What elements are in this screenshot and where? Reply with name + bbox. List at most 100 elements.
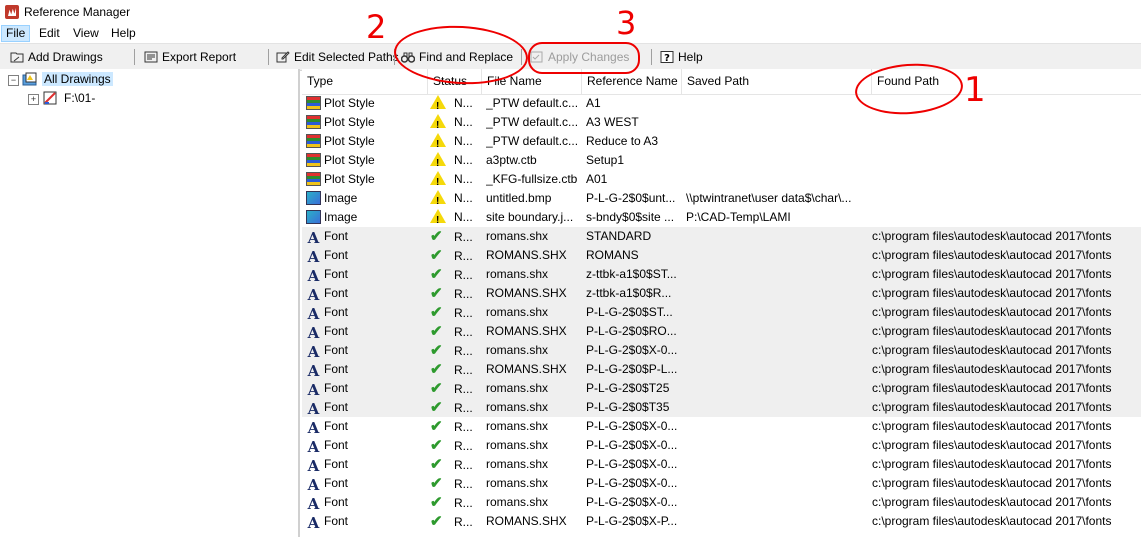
status-label: R... xyxy=(454,515,473,529)
type-label: Font xyxy=(324,476,349,490)
cell-reference-name: P-L-G-2$0$T35 xyxy=(586,400,670,414)
table-row[interactable]: Plot Style N... _PTW default.c... A3 WEST xyxy=(302,113,1141,132)
table-row[interactable]: A Font ✔ R... romans.shx P-L-G-2$0$X-0... c:\p… xyxy=(302,455,1141,474)
cell-reference-name: P-L-G-2$0$X-0... xyxy=(586,438,678,452)
table-row[interactable]: A Font ✔ R... romans.shx STANDARD c:\program f… xyxy=(302,227,1141,246)
cell-saved-path xyxy=(686,170,870,189)
status-label: R... xyxy=(454,268,473,282)
table-row[interactable]: A Font ✔ R... romans.shx P-L-G-2$0$ST... c:\pr… xyxy=(302,303,1141,322)
font-icon: A xyxy=(307,400,320,417)
cell-saved-path: \\ptwintranet\user data$\char\... xyxy=(686,191,852,205)
table-row[interactable]: A Font ✔ R... ROMANS.SHX z-ttbk-a1$0$R... c:\p… xyxy=(302,284,1141,303)
tree-item-all-drawings[interactable]: − All Drawings xyxy=(8,70,113,88)
cell-file-name: site boundary.j... xyxy=(486,210,574,224)
table-row[interactable]: A Font ✔ R... romans.shx P-L-G-2$0$X-0... c:\p… xyxy=(302,474,1141,493)
cell-reference-name: P-L-G-2$0$X-0... xyxy=(586,419,678,433)
help-button[interactable]: ? Help xyxy=(660,47,703,67)
cell-status: ✔ R... xyxy=(430,227,480,246)
edit-selected-paths-button[interactable]: Edit Selected Paths xyxy=(276,47,399,67)
table-row[interactable]: A Font ✔ R... romans.shx P-L-G-2$0$X-0... c:\p… xyxy=(302,341,1141,360)
table-row[interactable]: A Font ✔ R... ROMANS.SHX P-L-G-2$0$X-P... c:\p… xyxy=(302,512,1141,531)
cell-saved-path xyxy=(686,94,870,113)
cell-type: Plot Style xyxy=(306,94,430,113)
cell-status: ✔ R... xyxy=(430,455,480,474)
column-header-saved-path[interactable]: Saved Path xyxy=(682,69,872,94)
collapse-toggle[interactable]: − xyxy=(8,75,19,86)
cell-file-name: ROMANS.SHX xyxy=(486,286,567,300)
type-label: Image xyxy=(324,191,358,205)
cell-status: ✔ R... xyxy=(430,246,480,265)
cell-found-path xyxy=(872,170,1141,189)
cell-reference-name: A1 xyxy=(586,96,601,110)
cell-found-path: c:\program files\autodesk\autocad 2017\f… xyxy=(872,229,1112,243)
font-icon: A xyxy=(307,457,320,474)
warning-icon xyxy=(430,209,446,227)
table-row[interactable]: A Font ✔ R... ROMANS.SHX P-L-G-2$0$RO... c:\pr… xyxy=(302,322,1141,341)
cell-file-name: romans.shx xyxy=(486,457,549,471)
table-row[interactable]: Plot Style N... a3ptw.ctb Setup1 xyxy=(302,151,1141,170)
cell-found-path: c:\program files\autodesk\autocad 2017\f… xyxy=(872,305,1112,319)
column-header-type[interactable]: Type xyxy=(302,69,428,94)
check-icon: ✔ xyxy=(430,456,443,473)
warning-icon xyxy=(430,95,446,113)
cell-reference-name: Reduce to A3 xyxy=(586,134,659,148)
menu-view[interactable]: View xyxy=(69,26,103,41)
table-row[interactable]: A Font ✔ R... romans.shx z-ttbk-a1$0$ST... c:\… xyxy=(302,265,1141,284)
cell-type: A Font xyxy=(306,341,430,360)
check-icon: ✔ xyxy=(430,513,443,530)
cell-status: ✔ R... xyxy=(430,436,480,455)
table-row[interactable]: A Font ✔ R... ROMANS.SHX ROMANS c:\program fil… xyxy=(302,246,1141,265)
cell-type: Plot Style xyxy=(306,132,430,151)
plot-style-icon xyxy=(306,96,321,110)
menu-edit[interactable]: Edit xyxy=(35,26,64,41)
warning-icon xyxy=(430,133,446,151)
menu-help[interactable]: Help xyxy=(107,26,140,41)
cell-status: ✔ R... xyxy=(430,284,480,303)
font-icon: A xyxy=(307,324,320,341)
status-label: N... xyxy=(454,172,473,186)
check-icon: ✔ xyxy=(430,437,443,454)
table-row[interactable]: Plot Style N... _KFG-fullsize.ctb A01 xyxy=(302,170,1141,189)
cell-reference-name: P-L-G-2$0$X-P... xyxy=(586,514,678,528)
status-label: R... xyxy=(454,496,473,510)
table-row[interactable]: A Font ✔ R... romans.shx P-L-G-2$0$X-0... c:\p… xyxy=(302,493,1141,512)
table-row[interactable]: A Font ✔ R... romans.shx P-L-G-2$0$X-0... c:\p… xyxy=(302,436,1141,455)
cell-saved-path xyxy=(686,474,870,493)
table-row[interactable]: A Font ✔ R... romans.shx P-L-G-2$0$T35 c:\prog… xyxy=(302,398,1141,417)
tree-item-drawing[interactable]: + F:\01- xyxy=(28,89,97,107)
cell-found-path xyxy=(872,132,1141,151)
expand-toggle[interactable]: + xyxy=(28,94,39,105)
cell-status: ✔ R... xyxy=(430,474,480,493)
plot-style-icon xyxy=(306,134,321,148)
type-label: Plot Style xyxy=(324,96,375,110)
table-row[interactable]: A Font ✔ R... romans.shx P-L-G-2$0$X-0... c:\p… xyxy=(302,417,1141,436)
cell-status: ✔ R... xyxy=(430,493,480,512)
table-row[interactable]: A Font ✔ R... romans.shx P-L-G-2$0$T25 c:\prog… xyxy=(302,379,1141,398)
table-row[interactable]: Plot Style N... _PTW default.c... A1 xyxy=(302,94,1141,113)
type-label: Font xyxy=(324,438,349,452)
cell-reference-name: P-L-G-2$0$X-0... xyxy=(586,457,678,471)
image-icon xyxy=(306,191,321,205)
menu-bar: File Edit View Help xyxy=(0,24,1141,43)
check-icon: ✔ xyxy=(430,380,443,397)
type-label: Plot Style xyxy=(324,172,375,186)
font-icon: A xyxy=(307,229,320,246)
export-report-button[interactable]: Export Report xyxy=(144,47,236,67)
table-row[interactable]: Image N... untitled.bmp P-L-G-2$0$unt... \\p… xyxy=(302,189,1141,208)
table-row[interactable]: Plot Style N... _PTW default.c... Reduce to… xyxy=(302,132,1141,151)
check-icon: ✔ xyxy=(430,494,443,511)
table-row[interactable]: Image N... site boundary.j... s-bndy$0$site… xyxy=(302,208,1141,227)
status-label: R... xyxy=(454,249,473,263)
table-row[interactable]: A Font ✔ R... ROMANS.SHX P-L-G-2$0$P-L... c:\p… xyxy=(302,360,1141,379)
menu-file[interactable]: File xyxy=(0,25,31,42)
cell-saved-path xyxy=(686,417,870,436)
add-drawings-button[interactable]: Add Drawings xyxy=(10,47,103,67)
cell-type: A Font xyxy=(306,474,430,493)
cell-saved-path xyxy=(686,512,870,531)
image-icon xyxy=(306,210,321,224)
font-icon: A xyxy=(307,495,320,512)
cell-found-path: c:\program files\autodesk\autocad 2017\f… xyxy=(872,343,1112,357)
cell-type: A Font xyxy=(306,398,430,417)
cell-reference-name: P-L-G-2$0$T25 xyxy=(586,381,670,395)
type-label: Plot Style xyxy=(324,134,375,148)
